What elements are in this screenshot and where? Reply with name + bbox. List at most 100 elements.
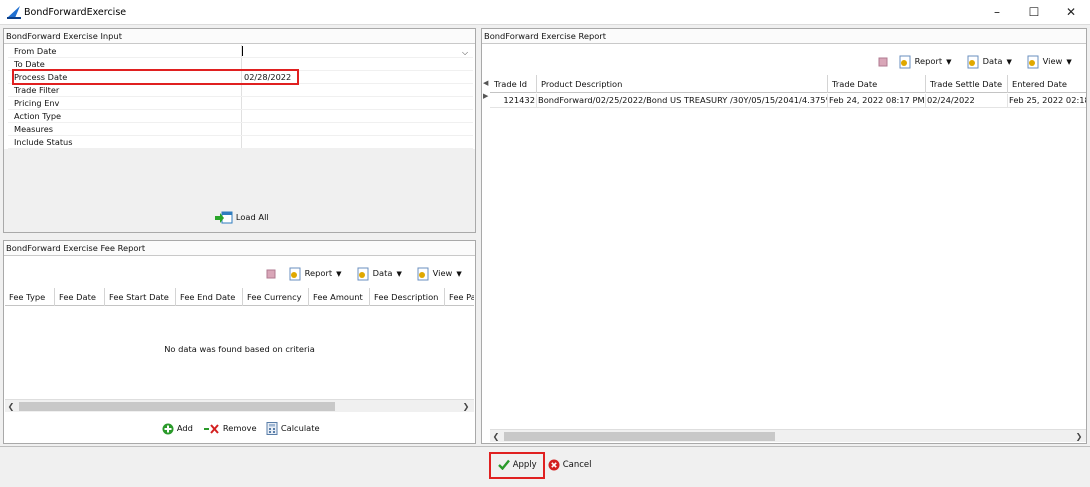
field-measures[interactable]: Measures bbox=[8, 123, 473, 136]
load-all-button[interactable]: Load All bbox=[215, 209, 269, 225]
input-panel-title: BondForward Exercise Input bbox=[4, 29, 475, 44]
title-bar: BondForwardExercise – ☐ ✕ bbox=[0, 0, 1090, 25]
report-report-menu[interactable]: Report ▼ bbox=[898, 53, 952, 69]
column-header[interactable]: Entered Date bbox=[1008, 75, 1086, 93]
column-header[interactable]: Fee Amount bbox=[309, 288, 370, 306]
scroll-right-icon[interactable]: ❯ bbox=[460, 400, 472, 413]
scroll-thumb[interactable] bbox=[19, 402, 335, 411]
gear-icon bbox=[1027, 55, 1039, 68]
apply-button[interactable]: Apply bbox=[498, 454, 537, 476]
report-view-menu[interactable]: View ▼ bbox=[1026, 53, 1072, 69]
close-button[interactable]: ✕ bbox=[1054, 0, 1088, 24]
trade-filter-input[interactable] bbox=[241, 84, 473, 96]
add-icon bbox=[162, 423, 174, 434]
chevron-down-icon: ▼ bbox=[336, 270, 342, 278]
chevron-down-icon: ▼ bbox=[1066, 58, 1072, 66]
gear-icon bbox=[417, 267, 429, 280]
add-label: Add bbox=[176, 423, 193, 433]
scroll-left-icon[interactable]: ❮ bbox=[490, 430, 502, 443]
field-include-status[interactable]: Include Status bbox=[8, 136, 473, 149]
field-pricing-env[interactable]: Pricing Env bbox=[8, 97, 473, 110]
report-data-menu[interactable]: Data ▼ bbox=[966, 53, 1012, 69]
data-label: Data bbox=[982, 56, 1003, 66]
cancel-button[interactable]: Cancel bbox=[548, 454, 592, 476]
collapse-left-icon[interactable]: ◀ bbox=[483, 79, 488, 87]
field-action-type[interactable]: Action Type bbox=[8, 110, 473, 123]
calculate-button[interactable]: Calculate bbox=[266, 420, 320, 437]
entered-date-cell: Feb 25, 2022 02:18 bbox=[1009, 95, 1086, 105]
report-toolbar: Report ▼ Data ▼ View ▼ bbox=[878, 53, 1086, 69]
fee-report-menu[interactable]: Report ▼ bbox=[288, 265, 342, 281]
gear-icon bbox=[289, 267, 301, 280]
empty-message: No data was found based on criteria bbox=[164, 344, 315, 354]
report-horizontal-scrollbar[interactable]: ❮ ❯ bbox=[490, 429, 1086, 442]
maximize-button[interactable]: ☐ bbox=[1017, 0, 1051, 24]
field-label: From Date bbox=[14, 46, 57, 56]
fee-grid-header: Fee Type Fee Date Fee Start Date Fee End… bbox=[5, 288, 474, 306]
column-header[interactable]: Fee Description bbox=[370, 288, 445, 306]
view-label: View bbox=[1042, 56, 1063, 66]
remove-label: Remove bbox=[222, 423, 257, 433]
chevron-down-icon[interactable]: ⌵ bbox=[462, 48, 468, 58]
row-pointer-icon: ▶ bbox=[483, 92, 489, 100]
grid-icon[interactable] bbox=[266, 265, 276, 281]
column-header[interactable]: Product Description bbox=[537, 75, 828, 93]
column-header[interactable]: Trade Settle Date bbox=[926, 75, 1008, 93]
chevron-down-icon: ▼ bbox=[1006, 58, 1012, 66]
fee-panel-title: BondForward Exercise Fee Report bbox=[4, 241, 475, 256]
load-all-label: Load All bbox=[235, 212, 269, 222]
action-type-input[interactable] bbox=[241, 110, 473, 122]
column-header[interactable]: Fee End Date bbox=[176, 288, 243, 306]
column-header[interactable]: Trade Date bbox=[828, 75, 926, 93]
scroll-left-icon[interactable]: ❮ bbox=[5, 400, 17, 413]
field-label: Action Type bbox=[14, 111, 62, 121]
fee-actions: Add Remove Calculate bbox=[162, 420, 362, 436]
report-label: Report bbox=[914, 56, 943, 66]
scroll-thumb[interactable] bbox=[504, 432, 775, 441]
remove-button[interactable]: Remove bbox=[204, 420, 257, 437]
from-date-input[interactable] bbox=[241, 45, 473, 57]
scroll-right-icon[interactable]: ❯ bbox=[1073, 430, 1085, 443]
process-date-highlight bbox=[12, 69, 299, 85]
column-header[interactable]: Fee Pa bbox=[445, 288, 474, 306]
fee-horizontal-scrollbar[interactable]: ❮ ❯ bbox=[5, 399, 474, 412]
column-header[interactable]: Fee Start Date bbox=[105, 288, 176, 306]
field-label: Measures bbox=[14, 124, 54, 134]
report-grid-header: Trade Id Product Description Trade Date … bbox=[490, 75, 1086, 93]
remove-icon bbox=[204, 423, 219, 434]
cancel-label: Cancel bbox=[562, 460, 592, 470]
chevron-down-icon: ▼ bbox=[456, 270, 462, 278]
fee-data-menu[interactable]: Data ▼ bbox=[356, 265, 402, 281]
field-label: Trade Filter bbox=[14, 85, 60, 95]
calculator-icon bbox=[266, 422, 278, 435]
column-header[interactable]: Fee Date bbox=[55, 288, 105, 306]
text-caret bbox=[242, 46, 243, 56]
product-description-cell: BondForward/02/25/2022/Bond US TREASURY … bbox=[538, 94, 828, 107]
view-label: View bbox=[432, 268, 453, 278]
column-header[interactable]: Trade Id bbox=[490, 75, 537, 93]
include-status-input[interactable] bbox=[241, 136, 473, 148]
field-label: Pricing Env bbox=[14, 98, 60, 108]
add-button[interactable]: Add bbox=[162, 420, 193, 437]
pricing-env-input[interactable] bbox=[241, 97, 473, 109]
window-title: BondForwardExercise bbox=[24, 7, 127, 18]
app-logo-icon bbox=[7, 6, 21, 19]
fee-report-panel: BondForward Exercise Fee Report Report ▼ … bbox=[3, 240, 476, 444]
table-row[interactable]: 121432 BondForward/02/25/2022/Bond US TR… bbox=[490, 94, 1086, 108]
chevron-down-icon: ▼ bbox=[396, 270, 402, 278]
field-trade-filter[interactable]: Trade Filter bbox=[8, 84, 473, 97]
minimize-button[interactable]: – bbox=[980, 0, 1014, 24]
column-header[interactable]: Fee Type bbox=[5, 288, 55, 306]
data-label: Data bbox=[372, 268, 393, 278]
grid-icon[interactable] bbox=[878, 53, 888, 69]
measures-input[interactable] bbox=[241, 123, 473, 135]
report-panel-title: BondForward Exercise Report bbox=[482, 29, 1086, 44]
gear-icon bbox=[899, 55, 911, 68]
input-panel: BondForward Exercise Input From Date ⌵ T… bbox=[3, 28, 476, 233]
column-header[interactable]: Fee Currency bbox=[243, 288, 309, 306]
fee-view-menu[interactable]: View ▼ bbox=[416, 265, 462, 281]
field-from-date[interactable]: From Date bbox=[8, 45, 473, 58]
exercise-report-panel: BondForward Exercise Report Report ▼ Data… bbox=[481, 28, 1087, 444]
chevron-down-icon: ▼ bbox=[946, 58, 952, 66]
checkmark-icon bbox=[498, 459, 510, 470]
